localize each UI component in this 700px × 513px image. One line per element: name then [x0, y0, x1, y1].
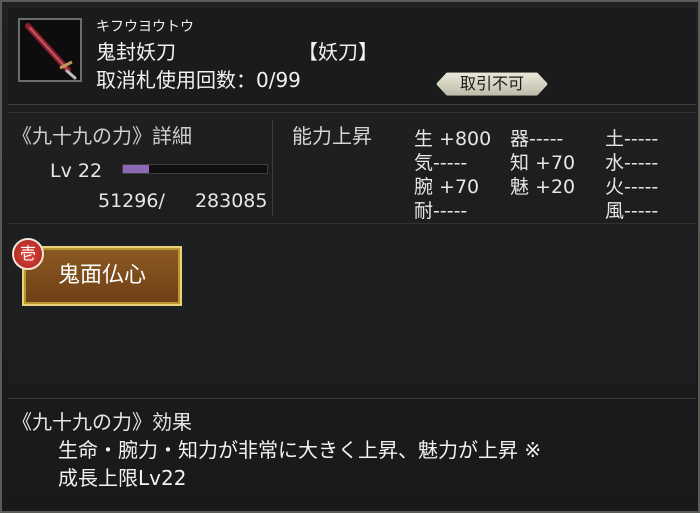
stat-endurance: 耐-----	[414, 200, 468, 222]
stat-intelligence: 知 +70	[510, 152, 576, 174]
trade-status-badge: 取引不可	[436, 72, 548, 96]
stat-water: 水-----	[605, 152, 659, 174]
experience-values: 51296/ 283085	[98, 190, 267, 212]
stat-strength: 腕 +70	[414, 176, 480, 198]
experience-bar-fill	[123, 165, 149, 173]
power-detail-title: 《九十九の力》詳細	[12, 124, 192, 148]
item-name: 鬼封妖刀	[96, 40, 176, 64]
stat-earth: 土-----	[605, 128, 659, 150]
katana-icon	[18, 18, 82, 82]
stat-life: 生 +800	[414, 128, 492, 150]
experience-max: 283085	[194, 190, 268, 212]
level-label: Lv 22	[50, 160, 103, 182]
stat-wind: 風-----	[605, 200, 659, 222]
skill-button[interactable]: 鬼面仏心	[22, 246, 182, 306]
ability-increase-label: 能力上昇	[292, 124, 372, 148]
panel-divider	[272, 120, 273, 216]
effect-description: 生命・腕力・知力が非常に大きく上昇、魅力が上昇 ※	[58, 438, 542, 462]
item-name-ruby: キフウヨウトウ	[96, 19, 194, 35]
stat-charm: 魅 +20	[510, 176, 576, 198]
stat-skill: 器-----	[510, 128, 564, 150]
stat-ki: 気-----	[414, 152, 468, 174]
effect-title: 《九十九の力》効果	[12, 410, 192, 434]
item-header: キフウヨウトウ 鬼封妖刀 【妖刀】 取消札使用回数：0/99 取引不可	[8, 8, 696, 105]
item-detail-window: キフウヨウトウ 鬼封妖刀 【妖刀】 取消札使用回数：0/99 取引不可 《九十九…	[0, 0, 700, 513]
growth-limit: 成長上限Lv22	[58, 466, 187, 490]
experience-current: 51296/	[98, 190, 165, 212]
skill-slot-number: 壱	[12, 238, 44, 270]
item-type: 【妖刀】	[298, 40, 378, 64]
stat-fire: 火-----	[605, 176, 659, 198]
cancel-card-usage: 取消札使用回数：0/99	[96, 68, 301, 92]
experience-bar	[122, 164, 268, 174]
